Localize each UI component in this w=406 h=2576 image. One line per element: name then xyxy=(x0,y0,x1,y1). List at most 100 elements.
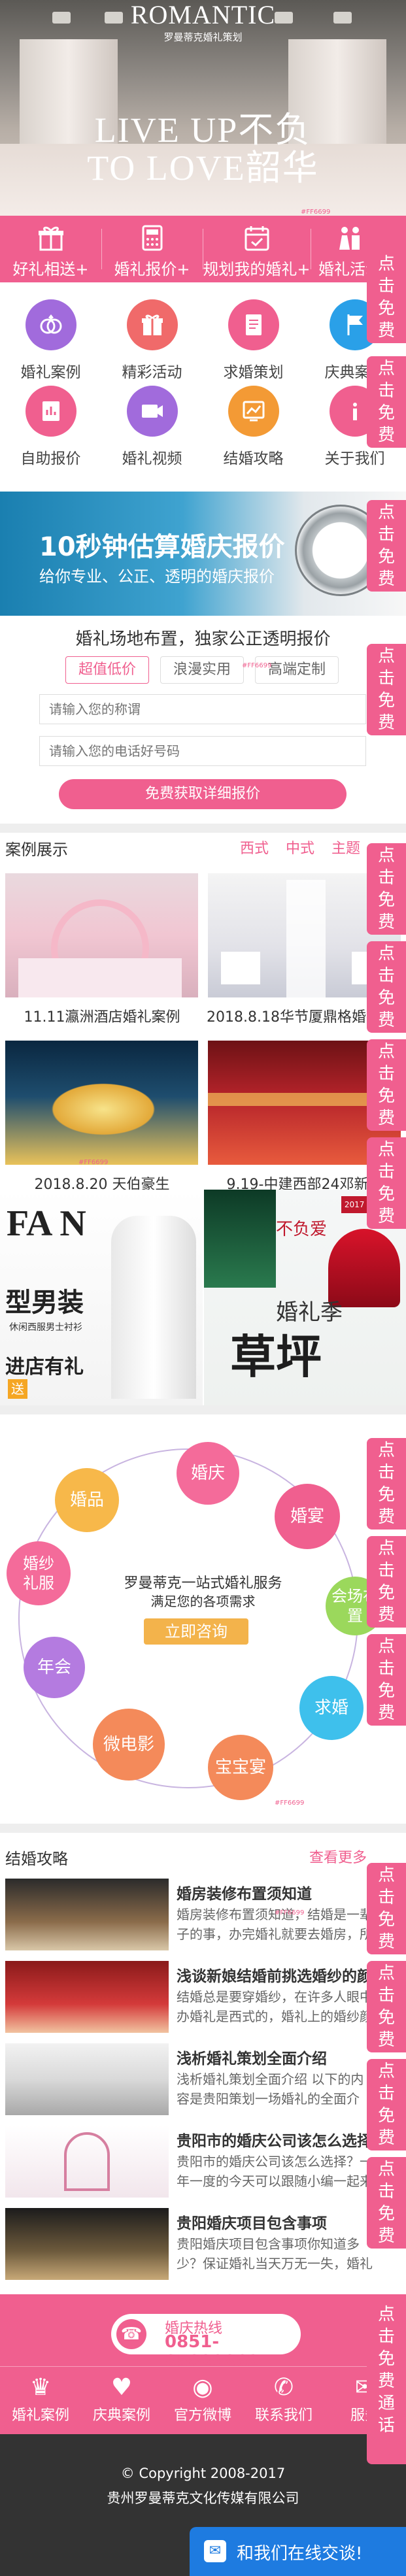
ruler-mark: #FF6699 xyxy=(275,1909,305,1916)
view-more-link[interactable]: 查看更多 xyxy=(309,1846,367,1867)
promo-right-big: 草坪 xyxy=(230,1330,322,1384)
promo-menswear[interactable]: FA N 型男装 休闲西服男士衬衫 进店有礼 送 xyxy=(0,1190,203,1405)
bubble-annual-party[interactable]: 年会 xyxy=(24,1637,85,1698)
nav-item-plan[interactable]: 规划我的婚礼+ xyxy=(203,216,311,282)
phone-input[interactable] xyxy=(39,736,366,766)
free-call-button[interactable]: 点击免费通话 xyxy=(367,1634,406,1726)
bride-icon: ♛ xyxy=(29,2374,52,2401)
nav-item-quote[interactable]: 婚礼报价+ xyxy=(101,216,203,282)
article-thumbnail xyxy=(5,1961,169,2033)
free-call-label: 点击免费通话 xyxy=(378,2160,395,2246)
celebrate-icon: ♥ xyxy=(110,2374,133,2401)
ring-icon xyxy=(25,299,76,350)
free-call-button[interactable]: 点击免费通话 xyxy=(367,2301,406,2464)
free-call-button[interactable]: 点击免费通话 xyxy=(367,2059,406,2150)
quote-banner-subtitle: 给你专业、公正、透明的婚庆报价 xyxy=(39,567,275,586)
bride-groom-icon xyxy=(335,225,364,251)
free-call-label: 点击免费通话 xyxy=(378,1441,395,1527)
article-item[interactable]: 婚房装修布置须知道 婚房装修布置须知道，结婚是一辈子的事，办完婚礼就要去婚房，所 xyxy=(5,1879,373,1950)
bubble-baby-banquet[interactable]: 宝宝宴 xyxy=(208,1735,273,1800)
ruler-mark: #FF6699 xyxy=(301,209,331,216)
article-desc: 结婚总是要穿婚纱，在许多人眼中办婚礼是西式的，婚礼上的婚纱颜 xyxy=(177,1989,373,2024)
grid-item-label: 求婚策划 xyxy=(223,364,284,381)
tab-chinese[interactable]: 中式 xyxy=(286,841,314,857)
strategy-heading: 结婚攻略 xyxy=(5,1850,68,1868)
free-call-label: 点击免费通话 xyxy=(378,503,395,589)
promo-tag: 进店有礼 xyxy=(5,1356,84,1379)
quote-form-title: 婚礼场地布置，独家公正透明报价 xyxy=(75,629,331,649)
article-thumbnail xyxy=(5,2208,169,2280)
grid-item-label: 结婚攻略 xyxy=(223,450,284,467)
company-name: 贵州罗曼蒂克文化传媒有限公司 xyxy=(107,2490,299,2506)
quote-form: 婚礼场地布置，独家公正透明报价 超值低价 浪漫实用 高端定制 免费获取详细报价 xyxy=(0,616,406,824)
name-input[interactable] xyxy=(39,694,366,724)
slogan-line-2: TO LOVE韶华 xyxy=(87,148,319,188)
online-chat-button[interactable]: ✉ 和我们在线交谈! xyxy=(190,2527,406,2576)
bottom-nav-wedding-cases[interactable]: ♛ 婚礼案例 xyxy=(0,2367,81,2435)
case-image[interactable] xyxy=(5,873,198,997)
hotline-button[interactable]: ☎ 婚庆热线 0851-85829862 xyxy=(111,2314,301,2371)
bubble-banquet[interactable]: 婚宴 xyxy=(275,1484,340,1549)
tag-low-price[interactable]: 超值低价 xyxy=(65,656,149,684)
hero-banner: ROMANTIC 罗曼蒂克婚礼策划 LIVE UP不负 TO LOVE韶华 xyxy=(0,0,406,216)
grid-item-label: 精彩活动 xyxy=(122,364,182,381)
article-item[interactable]: 贵阳市的婚庆公司该怎么选择 贵阳市的婚庆公司该怎么选择？一年一度的今天可以跟随小… xyxy=(5,2126,373,2198)
grid-item-guide[interactable]: 结婚攻略 xyxy=(203,386,304,468)
grid-item-video[interactable]: 婚礼视频 xyxy=(101,386,203,468)
cases-heading: 案例展示 xyxy=(5,841,68,859)
free-call-button[interactable]: 点击免费通话 xyxy=(367,1039,406,1131)
quote-icon xyxy=(25,386,76,437)
tag-romantic[interactable]: 浪漫实用 xyxy=(160,656,244,684)
free-call-button[interactable]: 点击免费通话 xyxy=(367,2157,406,2249)
grid-item-label: 关于我们 xyxy=(324,450,385,467)
consult-button[interactable]: 立即咨询 xyxy=(144,1618,248,1645)
nav-label: 好礼相送+ xyxy=(12,260,89,278)
article-item[interactable]: 贵阳婚庆项目包含事项 贵阳婚庆项目包含事项你知道多少？保证婚礼当天万无一失，婚礼… xyxy=(5,2208,373,2280)
grid-item-activities[interactable]: 精彩活动 xyxy=(101,299,203,382)
grid-item-label: 自助报价 xyxy=(20,450,81,467)
logo[interactable]: ROMANTIC 罗曼蒂克婚礼策划 xyxy=(0,1,406,44)
free-call-label: 点击免费通话 xyxy=(378,1964,395,2050)
nav-item-gift[interactable]: 好礼相送+ xyxy=(0,216,101,282)
free-call-button[interactable]: 点击免费通话 xyxy=(367,1137,406,1229)
top-nav: 好礼相送+ 婚礼报价+ 规划我的婚礼+ 婚礼活动 xyxy=(0,216,406,282)
free-call-button[interactable]: 点击免费通话 xyxy=(367,941,406,1033)
bubble-proposal[interactable]: 求婚 xyxy=(299,1676,364,1740)
article-desc: 贵阳婚庆项目包含事项你知道多少？保证婚礼当天万无一失，婚礼的 xyxy=(177,2236,373,2276)
tab-theme[interactable]: 主题 xyxy=(331,841,360,857)
free-call-button[interactable]: 点击免费通话 xyxy=(367,356,406,448)
bottom-nav-celebration[interactable]: ♥ 庆典案例 xyxy=(81,2367,162,2435)
free-call-button[interactable]: 点击免费通话 xyxy=(367,1961,406,2052)
case-caption[interactable]: 11.11瀛洲酒店婚礼案例 xyxy=(4,1005,200,1026)
bottom-nav-contact[interactable]: ✆ 联系我们 xyxy=(243,2367,324,2435)
grid-item-wedding-cases[interactable]: 婚礼案例 xyxy=(0,299,101,382)
article-title: 贵阳婚庆项目包含事项 xyxy=(177,2215,327,2232)
grid-item-proposal[interactable]: 求婚策划 xyxy=(203,299,304,382)
free-call-label: 点击免费通话 xyxy=(378,846,395,932)
quote-banner[interactable]: 10秒钟估算婚庆报价 给你专业、公正、透明的婚庆报价 xyxy=(0,492,406,616)
free-call-button[interactable]: 点击免费通话 xyxy=(367,1863,406,1954)
case-image[interactable] xyxy=(5,1041,198,1165)
free-call-label: 点击免费通话 xyxy=(378,2062,395,2148)
document-icon xyxy=(228,299,279,350)
free-call-button[interactable]: 点击免费通话 xyxy=(367,644,406,735)
tab-western[interactable]: 西式 xyxy=(240,841,269,857)
chart-icon xyxy=(228,386,279,437)
free-call-button[interactable]: 点击免费通话 xyxy=(367,1438,406,1530)
grid-item-label: 婚礼视频 xyxy=(122,450,182,467)
free-call-button[interactable]: 点击免费通话 xyxy=(367,252,406,343)
get-quote-button[interactable]: 免费获取详细报价 xyxy=(59,779,347,809)
bubble-micro-film[interactable]: 微电影 xyxy=(93,1709,165,1781)
bubble-wedding-goods[interactable]: 婚品 xyxy=(55,1468,119,1532)
bubble-wedding[interactable]: 婚庆 xyxy=(177,1442,239,1505)
bottom-nav-weibo[interactable]: ◉ 官方微博 xyxy=(162,2367,243,2435)
hotline-bar: ☎ 婚庆热线 0851-85829862 xyxy=(0,2294,406,2371)
free-call-label: 点击免费通话 xyxy=(378,1042,395,1128)
free-call-button[interactable]: 点击免费通话 xyxy=(367,500,406,592)
article-item[interactable]: 浅析婚礼策划全面介绍 浅析婚礼策划全面介绍 以下的内容是贵阳策划一场婚礼的全面介… xyxy=(5,2043,371,2115)
free-call-button[interactable]: 点击免费通话 xyxy=(367,1536,406,1628)
grid-item-self-quote[interactable]: 自助报价 xyxy=(0,386,101,468)
free-call-button[interactable]: 点击免费通话 xyxy=(367,843,406,935)
article-item[interactable]: 浅谈新娘结婚前挑选婚纱的颜色 结婚总是要穿婚纱，在许多人眼中办婚礼是西式的，婚礼… xyxy=(5,1961,373,2033)
free-call-label: 点击免费通话 xyxy=(378,1539,395,1625)
